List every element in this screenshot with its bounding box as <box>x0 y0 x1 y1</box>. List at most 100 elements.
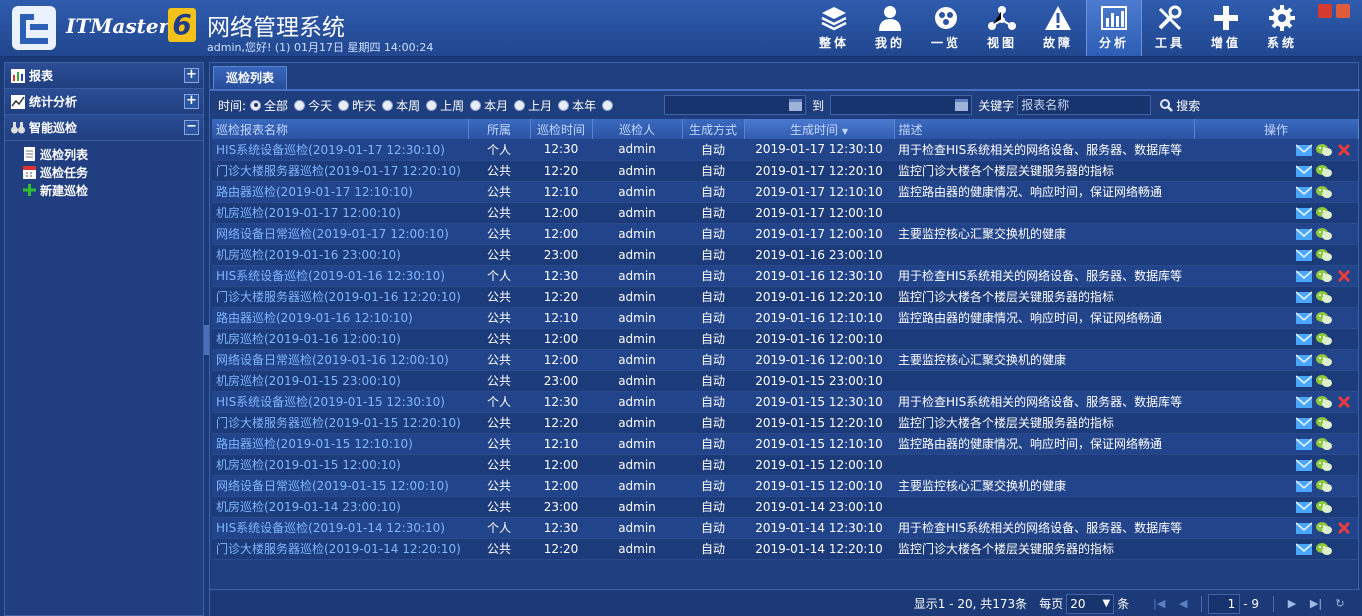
email-icon[interactable] <box>1296 206 1312 220</box>
email-icon[interactable] <box>1296 521 1312 535</box>
email-icon[interactable] <box>1296 353 1312 367</box>
email-icon[interactable] <box>1296 395 1312 409</box>
email-icon[interactable] <box>1296 332 1312 346</box>
tab-inspection-list[interactable]: 巡检列表 <box>213 66 287 89</box>
table-row[interactable]: HIS系统设备巡检(2019-01-14 12:30:10) 个人 12:30 adm… <box>212 517 1358 539</box>
end-date-input[interactable] <box>830 95 973 115</box>
time-radio-option[interactable]: 今天 <box>294 97 332 114</box>
cell-name[interactable]: 机房巡检(2019-01-15 12:00:10) <box>212 454 468 476</box>
wechat-icon[interactable] <box>1316 395 1332 409</box>
table-row[interactable]: 机房巡检(2019-01-16 23:00:10) 公共 23:00 admin 自动 2… <box>212 244 1358 266</box>
wechat-icon[interactable] <box>1316 164 1332 178</box>
calendar-icon[interactable] <box>955 99 969 111</box>
time-radio-option[interactable]: 全部 <box>250 97 288 114</box>
table-row[interactable]: 网络设备日常巡检(2019-01-16 12:00:10) 公共 12:00 admi… <box>212 349 1358 371</box>
wechat-icon[interactable] <box>1316 542 1332 556</box>
table-row[interactable]: HIS系统设备巡检(2019-01-16 12:30:10) 个人 12:30 adm… <box>212 265 1358 287</box>
table-row[interactable]: 机房巡检(2019-01-17 12:00:10) 公共 12:00 admin 自动 2… <box>212 202 1358 224</box>
wechat-icon[interactable] <box>1316 374 1332 388</box>
sidebar-item-inspection-task[interactable]: 巡检任务 <box>5 163 203 181</box>
logout-icon[interactable] <box>1336 4 1350 18</box>
nav-overview[interactable]: 一览 <box>918 0 974 56</box>
cell-name[interactable]: HIS系统设备巡检(2019-01-17 12:30:10) <box>212 139 468 161</box>
cell-name[interactable]: 路由器巡检(2019-01-16 12:10:10) <box>212 307 468 329</box>
close-icon[interactable] <box>1318 4 1332 18</box>
radio-button[interactable] <box>426 99 438 111</box>
start-date-input[interactable] <box>664 95 807 115</box>
cell-name[interactable]: 门诊大楼服务器巡检(2019-01-15 12:20:10) <box>212 412 468 434</box>
email-icon[interactable] <box>1296 290 1312 304</box>
email-icon[interactable] <box>1296 374 1312 388</box>
time-radio-option[interactable]: 上月 <box>514 97 552 114</box>
table-row[interactable]: HIS系统设备巡检(2019-01-17 12:30:10) 个人 12:30 adm… <box>212 139 1358 161</box>
radio-button[interactable] <box>294 99 306 111</box>
time-radio-option[interactable]: 本月 <box>470 97 508 114</box>
cell-name[interactable]: 网络设备日常巡检(2019-01-17 12:00:10) <box>212 223 468 245</box>
time-radio-option[interactable]: 本周 <box>382 97 420 114</box>
wechat-icon[interactable] <box>1316 290 1332 304</box>
cell-name[interactable]: HIS系统设备巡检(2019-01-15 12:30:10) <box>212 391 468 413</box>
prev-page-icon[interactable]: ◀ <box>1176 597 1190 611</box>
wechat-icon[interactable] <box>1316 332 1332 346</box>
nav-mine[interactable]: 我的 <box>862 0 918 56</box>
cell-name[interactable]: 机房巡检(2019-01-15 23:00:10) <box>212 370 468 392</box>
wechat-icon[interactable] <box>1316 206 1332 220</box>
column-header-generated[interactable]: 生成时间 ▼ <box>744 119 895 139</box>
refresh-icon[interactable]: ↻ <box>1333 597 1347 611</box>
radio-button[interactable] <box>338 99 350 111</box>
nav-analysis[interactable]: 分析 <box>1086 0 1142 56</box>
radio-button[interactable] <box>558 99 570 111</box>
nav-fault[interactable]: 故障 <box>1030 0 1086 56</box>
radio-button[interactable] <box>602 99 614 111</box>
delete-icon[interactable] <box>1336 395 1352 409</box>
email-icon[interactable] <box>1296 164 1312 178</box>
collapse-button[interactable]: − <box>184 120 199 135</box>
table-row[interactable]: 门诊大楼服务器巡检(2019-01-16 12:20:10) 公共 12:20 adm… <box>212 286 1358 308</box>
next-page-icon[interactable]: ▶ <box>1285 597 1299 611</box>
cell-name[interactable]: 网络设备日常巡检(2019-01-16 12:00:10) <box>212 349 468 371</box>
column-header-description[interactable]: 描述 <box>894 119 1195 139</box>
column-header-mode[interactable]: 生成方式 <box>682 119 745 139</box>
cell-name[interactable]: 路由器巡检(2019-01-17 12:10:10) <box>212 181 468 203</box>
email-icon[interactable] <box>1296 248 1312 262</box>
time-radio-option[interactable]: 上周 <box>426 97 464 114</box>
email-icon[interactable] <box>1296 458 1312 472</box>
keyword-input[interactable]: 报表名称 <box>1017 95 1152 115</box>
table-row[interactable]: HIS系统设备巡检(2019-01-15 12:30:10) 个人 12:30 adm… <box>212 391 1358 413</box>
radio-button[interactable] <box>470 99 482 111</box>
delete-icon[interactable] <box>1336 143 1352 157</box>
nav-value-added[interactable]: 增值 <box>1198 0 1254 56</box>
search-button[interactable]: 搜索 <box>1159 97 1200 114</box>
wechat-icon[interactable] <box>1316 500 1332 514</box>
table-row[interactable]: 机房巡检(2019-01-15 12:00:10) 公共 12:00 admin 自动 2… <box>212 454 1358 476</box>
nav-overall[interactable]: 整体 <box>806 0 862 56</box>
cell-name[interactable]: HIS系统设备巡检(2019-01-14 12:30:10) <box>212 517 468 539</box>
time-radio-option[interactable]: 昨天 <box>338 97 376 114</box>
sidebar-section-statistics[interactable]: 统计分析 + <box>5 89 203 115</box>
cell-name[interactable]: 机房巡检(2019-01-16 12:00:10) <box>212 328 468 350</box>
table-row[interactable]: 机房巡检(2019-01-15 23:00:10) 公共 23:00 admin 自动 2… <box>212 370 1358 392</box>
wechat-icon[interactable] <box>1316 248 1332 262</box>
cell-name[interactable]: 机房巡检(2019-01-16 23:00:10) <box>212 244 468 266</box>
nav-system[interactable]: 系统 <box>1254 0 1310 56</box>
wechat-icon[interactable] <box>1316 458 1332 472</box>
email-icon[interactable] <box>1296 227 1312 241</box>
email-icon[interactable] <box>1296 542 1312 556</box>
table-row[interactable]: 路由器巡检(2019-01-17 12:10:10) 公共 12:10 admin 自动… <box>212 181 1358 203</box>
nav-tools[interactable]: 工具 <box>1142 0 1198 56</box>
email-icon[interactable] <box>1296 269 1312 283</box>
cell-name[interactable]: 机房巡检(2019-01-17 12:00:10) <box>212 202 468 224</box>
email-icon[interactable] <box>1296 185 1312 199</box>
table-row[interactable]: 机房巡检(2019-01-14 23:00:10) 公共 23:00 admin 自动 2… <box>212 496 1358 518</box>
expand-button[interactable]: + <box>184 94 199 109</box>
custom-range-radio[interactable] <box>602 97 616 114</box>
email-icon[interactable] <box>1296 437 1312 451</box>
radio-button[interactable] <box>250 99 262 111</box>
time-radio-option[interactable]: 本年 <box>558 97 596 114</box>
delete-icon[interactable] <box>1336 521 1352 535</box>
email-icon[interactable] <box>1296 416 1312 430</box>
cell-name[interactable]: 门诊大楼服务器巡检(2019-01-14 12:20:10) <box>212 538 468 560</box>
table-row[interactable]: 路由器巡检(2019-01-16 12:10:10) 公共 12:10 admin 自动… <box>212 307 1358 329</box>
cell-name[interactable]: HIS系统设备巡检(2019-01-16 12:30:10) <box>212 265 468 287</box>
email-icon[interactable] <box>1296 500 1312 514</box>
